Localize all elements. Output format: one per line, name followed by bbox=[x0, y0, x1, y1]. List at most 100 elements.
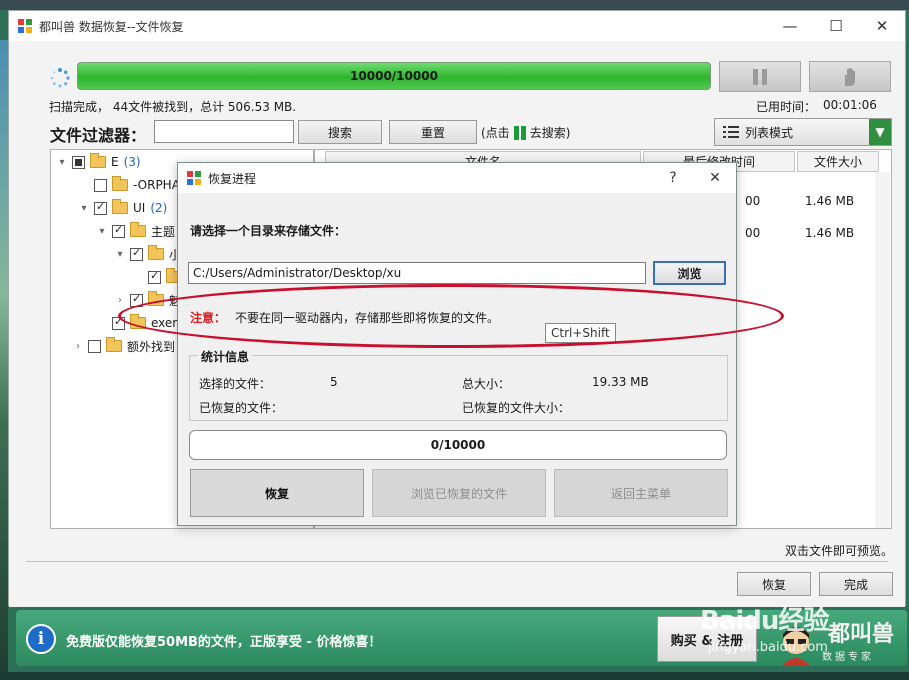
tree-node-label: E bbox=[111, 155, 119, 169]
watermark-logo-paw: du bbox=[743, 606, 779, 636]
folder-icon bbox=[148, 245, 164, 260]
spinner-icon bbox=[50, 68, 70, 88]
tree-checkbox[interactable] bbox=[112, 315, 125, 330]
tree-node[interactable]: ▾ 主题 bbox=[97, 221, 175, 241]
total-size-label: 总大小： bbox=[462, 377, 511, 391]
watermark-url: jingyan.baidu.com bbox=[708, 640, 828, 655]
watermark-logo-text: Bai bbox=[700, 606, 744, 636]
tree-node[interactable]: -ORPHA bbox=[79, 175, 180, 195]
finish-button[interactable]: 完成 bbox=[819, 572, 893, 596]
desktop-background-left bbox=[0, 40, 8, 680]
tree-node-count: (3) bbox=[123, 155, 141, 169]
expand-chevron-icon[interactable]: › bbox=[73, 341, 83, 352]
minimize-button[interactable]: — bbox=[767, 11, 813, 41]
folder-icon bbox=[130, 222, 146, 237]
brand-subtitle: 数据专家 bbox=[822, 652, 874, 663]
desktop-background-top bbox=[0, 0, 909, 10]
row-modified-time[interactable]: 00 bbox=[745, 226, 760, 240]
total-size-value: 19.33 MB bbox=[592, 375, 649, 389]
pause-button[interactable] bbox=[719, 61, 801, 92]
view-mode-select[interactable]: 列表模式 ▼ bbox=[714, 118, 892, 146]
row-file-size[interactable]: 1.46 MB bbox=[805, 226, 854, 240]
tree-checkbox[interactable] bbox=[88, 339, 101, 353]
promo-text: 免费版仅能恢复50MB的文件，正版享受 - 价格惊喜！ bbox=[66, 635, 382, 650]
tree-checkbox[interactable] bbox=[148, 269, 161, 284]
folder-icon bbox=[130, 314, 146, 329]
folder-icon bbox=[112, 176, 128, 191]
file-filter-label: 文件过滤器： bbox=[50, 126, 147, 145]
expand-chevron-icon[interactable]: ▾ bbox=[97, 226, 107, 237]
tree-node-label: UI bbox=[133, 201, 146, 215]
close-button[interactable]: ✕ bbox=[859, 11, 905, 41]
tree-checkbox[interactable] bbox=[112, 223, 125, 238]
scan-progress-bar: 10000/10000 bbox=[77, 62, 711, 90]
selected-files-value: 5 bbox=[330, 375, 338, 389]
row-file-size[interactable]: 1.46 MB bbox=[805, 194, 854, 208]
tree-checkbox[interactable] bbox=[94, 178, 107, 192]
browse-recovered-button[interactable]: 浏览已恢复的文件 bbox=[372, 469, 546, 517]
window-title: 都叫兽 数据恢复--文件恢复 bbox=[39, 19, 184, 34]
maximize-button[interactable]: ☐ bbox=[813, 11, 859, 41]
recovered-size-label: 已恢复的文件大小： bbox=[462, 401, 571, 415]
folder-icon bbox=[112, 199, 128, 214]
tree-node-label: 额外找到 bbox=[127, 339, 176, 354]
app-logo-icon bbox=[187, 171, 201, 185]
brand-title: 都叫兽 bbox=[828, 621, 895, 647]
tree-node[interactable]: › 魅 bbox=[115, 290, 181, 310]
tree-node[interactable]: ▾ E (3) bbox=[57, 152, 141, 172]
watermark-logo: Baidu经验 bbox=[700, 600, 829, 637]
flag-icon bbox=[513, 125, 526, 140]
folder-icon bbox=[148, 291, 164, 306]
scan-status-text: 扫描完成， 44文件被找到，总计 506.53 MB. bbox=[49, 100, 297, 114]
column-header-size[interactable]: 文件大小 bbox=[797, 151, 879, 172]
save-path-input[interactable]: C:/Users/Administrator/Desktop/xu bbox=[188, 262, 646, 284]
watermark-logo-cn: 经验 bbox=[778, 606, 829, 636]
chevron-down-icon[interactable]: ▼ bbox=[869, 119, 891, 145]
expand-chevron-icon[interactable]: ▾ bbox=[79, 203, 89, 214]
tree-checkbox[interactable] bbox=[130, 292, 143, 307]
tree-checkbox[interactable] bbox=[94, 200, 107, 215]
search-hint: (点击 去搜索) bbox=[481, 124, 570, 141]
divider bbox=[26, 561, 888, 562]
dialog-title: 恢复进程 bbox=[208, 171, 257, 186]
note-text: 不要在同一驱动器内，存储那些即将恢复的文件。 bbox=[235, 311, 500, 325]
preview-hint: 双击文件即可预览。 bbox=[785, 544, 894, 558]
elapsed-time-value: 00:01:06 bbox=[823, 98, 877, 112]
start-recovery-button[interactable]: 恢复 bbox=[190, 469, 364, 517]
folder-icon bbox=[90, 153, 106, 168]
selected-files-label: 选择的文件： bbox=[199, 377, 272, 391]
tree-node[interactable]: ▾ 小 bbox=[115, 244, 181, 264]
folder-icon bbox=[106, 337, 122, 352]
app-logo-icon bbox=[18, 19, 32, 33]
statistics-title: 统计信息 bbox=[198, 348, 253, 365]
tree-node-count: (2) bbox=[150, 201, 168, 215]
tree-checkbox[interactable] bbox=[130, 246, 143, 261]
tree-checkbox[interactable] bbox=[72, 155, 85, 169]
search-button[interactable]: 搜索 bbox=[298, 120, 382, 144]
recovery-dialog: 恢复进程 ? ✕ 请选择一个目录来存储文件： C:/Users/Administ… bbox=[177, 162, 737, 526]
tree-node-label: 主题 bbox=[151, 224, 176, 239]
back-to-main-button[interactable]: 返回主菜单 bbox=[554, 469, 728, 517]
file-filter-input[interactable] bbox=[154, 120, 294, 143]
dialog-close-button[interactable]: ✕ bbox=[694, 170, 736, 186]
row-modified-time[interactable]: 00 bbox=[745, 194, 760, 208]
expand-chevron-icon[interactable]: › bbox=[115, 295, 125, 306]
recovered-files-label: 已恢复的文件： bbox=[199, 401, 284, 415]
info-icon: i bbox=[26, 624, 56, 654]
reset-button[interactable]: 重置 bbox=[389, 120, 477, 144]
pause-icon bbox=[753, 68, 767, 85]
recovery-progress-bar: 0/10000 bbox=[189, 430, 727, 460]
tree-node-label: exer bbox=[151, 316, 178, 330]
browse-button[interactable]: 浏览 bbox=[653, 261, 726, 285]
elapsed-time-label: 已用时间： bbox=[756, 100, 817, 114]
tree-node[interactable]: › 额外找到 bbox=[73, 336, 175, 356]
stop-button[interactable] bbox=[809, 61, 891, 92]
tree-node[interactable]: ▾ UI (2) bbox=[79, 198, 167, 218]
expand-chevron-icon[interactable]: ▾ bbox=[57, 157, 67, 168]
expand-chevron-icon[interactable]: ▾ bbox=[115, 249, 125, 260]
recover-button[interactable]: 恢复 bbox=[737, 572, 811, 596]
dialog-titlebar: 恢复进程 ? ✕ bbox=[178, 163, 736, 193]
tree-node[interactable]: exer bbox=[97, 313, 177, 333]
vertical-scrollbar[interactable] bbox=[875, 172, 890, 528]
help-icon[interactable]: ? bbox=[652, 170, 694, 186]
